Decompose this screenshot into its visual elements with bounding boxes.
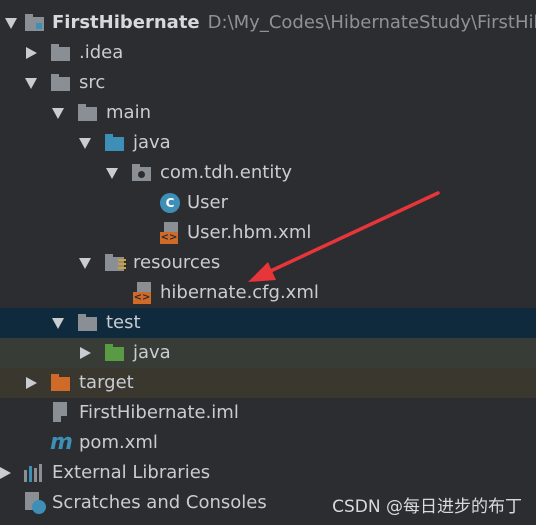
tree-node-java-test[interactable]: java xyxy=(0,338,536,368)
collapse-arrow-icon[interactable] xyxy=(22,368,40,398)
project-tree: FirstHibernate D:\My_Codes\HibernateStudy… xyxy=(0,8,536,518)
tree-label: main xyxy=(106,102,151,123)
tree-node-package[interactable]: com.tdh.entity xyxy=(0,158,536,188)
tree-node-main[interactable]: main xyxy=(0,98,536,128)
tree-label: java xyxy=(133,132,171,153)
tree-node-user-class[interactable]: C User xyxy=(0,188,536,218)
tree-label: FirstHibernate.iml xyxy=(79,402,239,423)
tree-node-pom[interactable]: m pom.xml xyxy=(0,428,536,458)
tree-node-src[interactable]: src xyxy=(0,68,536,98)
maven-icon: m xyxy=(50,430,73,455)
tree-label: User.hbm.xml xyxy=(187,222,312,243)
tree-label: src xyxy=(79,72,106,93)
collapse-arrow-icon[interactable] xyxy=(0,458,14,488)
tree-label: .idea xyxy=(79,42,124,63)
iml-file-icon xyxy=(52,402,70,424)
expand-arrow-icon[interactable] xyxy=(2,8,20,38)
expand-arrow-icon[interactable] xyxy=(49,308,67,338)
expand-arrow-icon[interactable] xyxy=(76,248,94,278)
expand-arrow-icon[interactable] xyxy=(22,68,40,98)
tree-label: target xyxy=(79,372,134,393)
tree-node-idea[interactable]: .idea xyxy=(0,38,536,68)
tree-node-external-libraries[interactable]: External Libraries xyxy=(0,458,536,488)
tree-node-java-main[interactable]: java xyxy=(0,128,536,158)
tree-label: User xyxy=(187,192,229,213)
tree-label: test xyxy=(106,312,141,333)
tree-label: hibernate.cfg.xml xyxy=(160,282,319,303)
tree-node-iml[interactable]: FirstHibernate.iml xyxy=(0,398,536,428)
tree-label: Scratches and Consoles xyxy=(52,492,267,513)
xml-file-icon: <> xyxy=(133,282,153,304)
tree-label: resources xyxy=(133,252,221,273)
expand-arrow-icon[interactable] xyxy=(103,158,121,188)
scratches-icon xyxy=(24,492,48,516)
project-name: FirstHibernate xyxy=(52,12,200,33)
tree-label: com.tdh.entity xyxy=(160,162,293,183)
xml-file-icon: <> xyxy=(160,222,180,244)
collapse-arrow-icon[interactable] xyxy=(22,38,40,68)
libraries-icon xyxy=(24,464,46,482)
project-path: D:\My_Codes\HibernateStudy\FirstHiber xyxy=(207,12,536,33)
expand-arrow-icon[interactable] xyxy=(76,128,94,158)
tree-node-hibernate-cfg[interactable]: <> hibernate.cfg.xml xyxy=(0,278,536,308)
tree-label: External Libraries xyxy=(52,462,211,483)
tree-label: pom.xml xyxy=(79,432,158,453)
tree-node-resources[interactable]: resources xyxy=(0,248,536,278)
tree-node-target[interactable]: target xyxy=(0,368,536,398)
expand-arrow-icon[interactable] xyxy=(49,98,67,128)
watermark: CSDN @每日进步的布丁 xyxy=(332,497,522,517)
tree-label: java xyxy=(133,342,171,363)
tree-node-user-xml[interactable]: <> User.hbm.xml xyxy=(0,218,536,248)
class-icon: C xyxy=(160,193,180,213)
collapse-arrow-icon[interactable] xyxy=(76,338,94,368)
tree-node-project[interactable]: FirstHibernate D:\My_Codes\HibernateStudy… xyxy=(0,8,536,38)
tree-node-test[interactable]: test xyxy=(0,308,536,338)
